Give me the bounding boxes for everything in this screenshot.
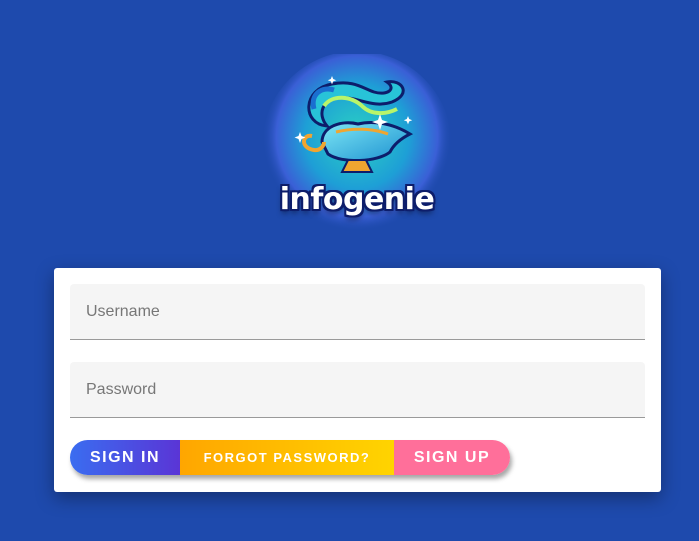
password-field[interactable] <box>70 362 645 418</box>
sign-in-button[interactable]: SIGN IN <box>70 440 180 475</box>
login-card: SIGN IN FORGOT PASSWORD? SIGN UP <box>54 268 661 492</box>
sign-up-button[interactable]: SIGN UP <box>394 440 510 475</box>
username-input[interactable] <box>70 284 645 339</box>
password-input[interactable] <box>70 362 645 417</box>
logo-wordmark: infogenie <box>279 182 435 217</box>
forgot-password-button[interactable]: FORGOT PASSWORD? <box>180 440 394 475</box>
username-field[interactable] <box>70 284 645 340</box>
login-button-group: SIGN IN FORGOT PASSWORD? SIGN UP <box>70 440 510 475</box>
infogenie-logo: infogenie <box>262 54 452 244</box>
